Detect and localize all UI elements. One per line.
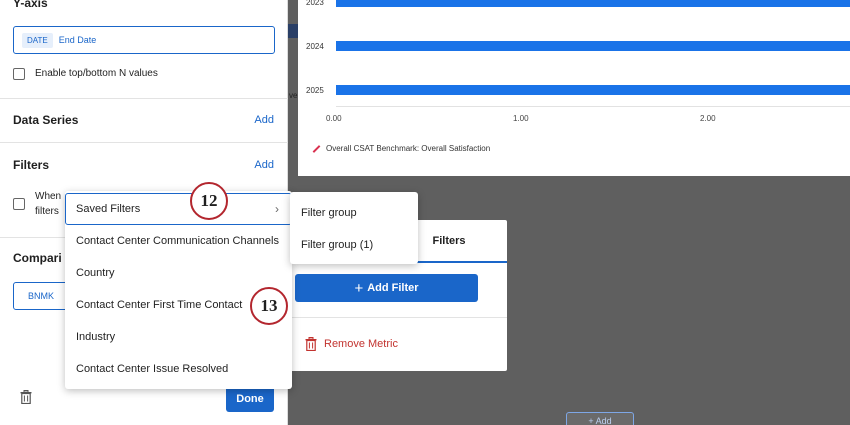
- chart-bar: [336, 85, 850, 95]
- step-marker-12: 12: [190, 182, 228, 220]
- step-marker-13: 13: [250, 287, 288, 325]
- divider: [289, 317, 507, 318]
- dropdown-item-label: Saved Filters: [76, 203, 141, 215]
- yaxis-heading: Y-axis: [13, 0, 48, 10]
- topn-label: Enable top/bottom N values: [35, 68, 158, 79]
- chart-category-label: 2025: [306, 86, 324, 95]
- yaxis-field[interactable]: DATE End Date: [13, 26, 275, 54]
- saved-filters-submenu: Filter group Filter group (1): [290, 192, 418, 264]
- chart-x-tick-label: 2.00: [700, 114, 716, 123]
- background-add-button[interactable]: + Add: [566, 412, 634, 425]
- filters-heading: Filters: [13, 158, 50, 172]
- when-filters-line1: When: [35, 191, 62, 202]
- when-filters-label: When filters: [35, 189, 61, 219]
- chart-x-tick-label: 1.00: [513, 114, 529, 123]
- chart-legend: Overall CSAT Benchmark: Overall Satisfac…: [312, 144, 490, 153]
- data-series-add-link[interactable]: Add: [254, 114, 274, 126]
- submenu-item[interactable]: Filter group: [290, 197, 418, 229]
- dropdown-item[interactable]: Contact Center Issue Resolved: [65, 353, 292, 385]
- when-filters-checkbox[interactable]: [13, 198, 25, 210]
- chart-card: 2023 2024 2025 0.00 1.00 2.00 Overall CSAT B…: [298, 0, 850, 176]
- dropdown-item-saved-filters[interactable]: Saved Filters ›: [65, 193, 292, 225]
- submenu-item[interactable]: Filter group (1): [290, 229, 418, 261]
- chart-category-label: 2023: [306, 0, 324, 7]
- legend-swatch: [312, 144, 321, 153]
- dropdown-item[interactable]: Country: [65, 257, 292, 289]
- plus-icon: +: [354, 279, 364, 297]
- when-filters-line2: filters: [35, 206, 59, 217]
- chart-bar: [336, 41, 850, 51]
- legend-label: Overall CSAT Benchmark: Overall Satisfac…: [326, 144, 491, 153]
- yaxis-field-value: End Date: [58, 35, 97, 45]
- chevron-right-icon: ›: [275, 202, 279, 216]
- topn-checkbox[interactable]: [13, 68, 25, 80]
- divider: [0, 98, 288, 99]
- filters-add-link[interactable]: Add: [254, 159, 274, 171]
- trash-icon: [305, 337, 317, 351]
- chart-x-tick-label: 0.00: [326, 114, 342, 123]
- date-chip: DATE: [22, 32, 53, 48]
- compare-heading: Compari: [13, 251, 62, 265]
- divider: [0, 142, 288, 143]
- data-series-heading: Data Series: [13, 113, 79, 127]
- background-accent-block: [288, 24, 298, 38]
- remove-metric-label: Remove Metric: [324, 338, 398, 350]
- chart-x-axis: [336, 106, 850, 107]
- remove-metric-button[interactable]: Remove Metric: [305, 337, 398, 351]
- background-edge-text: ve: [289, 91, 298, 100]
- dropdown-item[interactable]: Contact Center Communication Channels: [65, 225, 292, 257]
- add-filter-label: Add Filter: [367, 282, 419, 294]
- dropdown-item[interactable]: Industry: [65, 321, 292, 353]
- delete-widget-button[interactable]: [20, 390, 32, 407]
- chart-bar: [336, 0, 850, 7]
- done-button[interactable]: Done: [226, 386, 274, 412]
- benchmark-field[interactable]: BNMK: [13, 282, 73, 310]
- trash-icon: [20, 390, 32, 405]
- add-filter-button[interactable]: + Add Filter: [295, 274, 478, 302]
- chart-category-label: 2024: [306, 42, 324, 51]
